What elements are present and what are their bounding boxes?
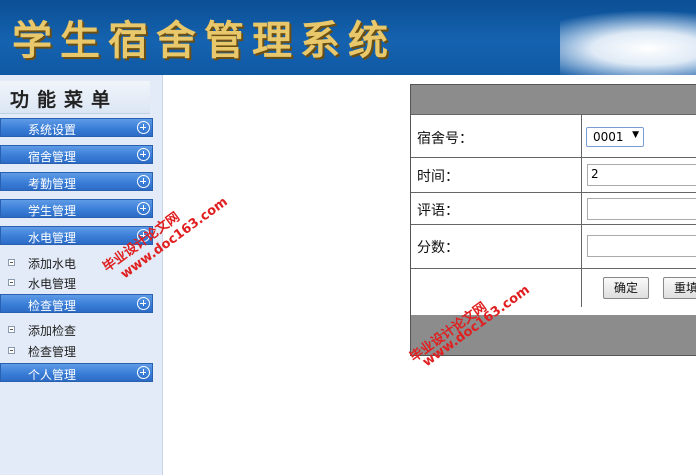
plus-circle-icon[interactable] — [137, 175, 150, 188]
sidebar: 功能菜单 系统设置 宿舍管理 考勤管理 学生管理 水电管理 添加水电 水电管理 … — [0, 75, 163, 475]
plus-circle-icon[interactable] — [137, 297, 150, 310]
time-input-value: 2 — [591, 167, 599, 181]
sidebar-section-label: 宿舍管理 — [28, 150, 77, 164]
header-banner: 学生宿舍管理系统 — [0, 0, 696, 75]
app-title: 学生宿舍管理系统 — [12, 17, 396, 64]
sidebar-section-student-management[interactable]: 学生管理 — [0, 199, 153, 218]
sidebar-section-label: 水电管理 — [28, 231, 77, 245]
dorm-label: 宿舍号： — [417, 131, 473, 147]
dropdown-arrow-icon: ▼ — [632, 130, 639, 140]
form-row-actions: 确定 重填 — [411, 268, 696, 307]
score-label: 分数： — [417, 240, 459, 256]
header-glow — [560, 10, 696, 75]
menu-title-text: 功能菜单 — [10, 89, 119, 111]
sidebar-item-label: 水电管理 — [28, 277, 77, 291]
sidebar-section-label: 个人管理 — [28, 368, 77, 382]
sidebar-section-label: 考勤管理 — [28, 177, 77, 191]
form-label-cell: 评语： — [411, 193, 582, 225]
sidebar-item-label: 检查管理 — [28, 345, 77, 359]
form-row-time: 时间： 2 — [411, 157, 696, 193]
reset-button[interactable]: 重填 — [663, 277, 696, 299]
form-row-score: 分数： — [411, 224, 696, 269]
form-row-comment: 评语： — [411, 192, 696, 225]
form-label-cell: 宿舍号： — [411, 115, 582, 158]
sidebar-section-inspection-management[interactable]: 检查管理 — [0, 294, 153, 313]
dorm-select[interactable]: 0001 ▼ — [586, 127, 644, 147]
form-label-cell: 分数： — [411, 225, 582, 269]
dorm-select-value: 0001 — [593, 130, 624, 144]
form-row-dorm: 宿舍号： 0001 ▼ — [411, 114, 696, 158]
plus-circle-icon[interactable] — [137, 121, 150, 134]
sidebar-section-system-settings[interactable]: 系统设置 — [0, 118, 153, 137]
sidebar-item-label: 添加水电 — [28, 257, 77, 271]
sidebar-item-label: 添加检查 — [28, 324, 77, 338]
menu-title: 功能菜单 — [0, 81, 150, 114]
form-header-band — [411, 85, 696, 114]
collapse-box-icon — [8, 279, 15, 286]
confirm-button[interactable]: 确定 — [603, 277, 649, 299]
sidebar-section-label: 系统设置 — [28, 123, 77, 137]
sidebar-section-attendance-management[interactable]: 考勤管理 — [0, 172, 153, 191]
comment-input[interactable] — [587, 198, 696, 220]
plus-circle-icon[interactable] — [137, 366, 150, 379]
sidebar-section-personal-management[interactable]: 个人管理 — [0, 363, 153, 382]
sidebar-section-label: 检查管理 — [28, 299, 77, 313]
sidebar-item-inspection-management[interactable]: 检查管理 — [0, 342, 153, 360]
form-label-cell: 时间： — [411, 158, 582, 193]
collapse-box-icon — [8, 326, 15, 333]
time-input[interactable]: 2 — [587, 164, 696, 186]
plus-circle-icon[interactable] — [137, 202, 150, 215]
time-label: 时间： — [417, 169, 459, 185]
plus-circle-icon[interactable] — [137, 148, 150, 161]
sidebar-section-dorm-management[interactable]: 宿舍管理 — [0, 145, 153, 164]
collapse-box-icon — [8, 347, 15, 354]
sidebar-item-add-inspection[interactable]: 添加检查 — [0, 321, 153, 339]
collapse-box-icon — [8, 259, 15, 266]
comment-label: 评语： — [417, 203, 459, 219]
sidebar-section-label: 学生管理 — [28, 204, 77, 218]
score-input[interactable] — [587, 235, 696, 257]
